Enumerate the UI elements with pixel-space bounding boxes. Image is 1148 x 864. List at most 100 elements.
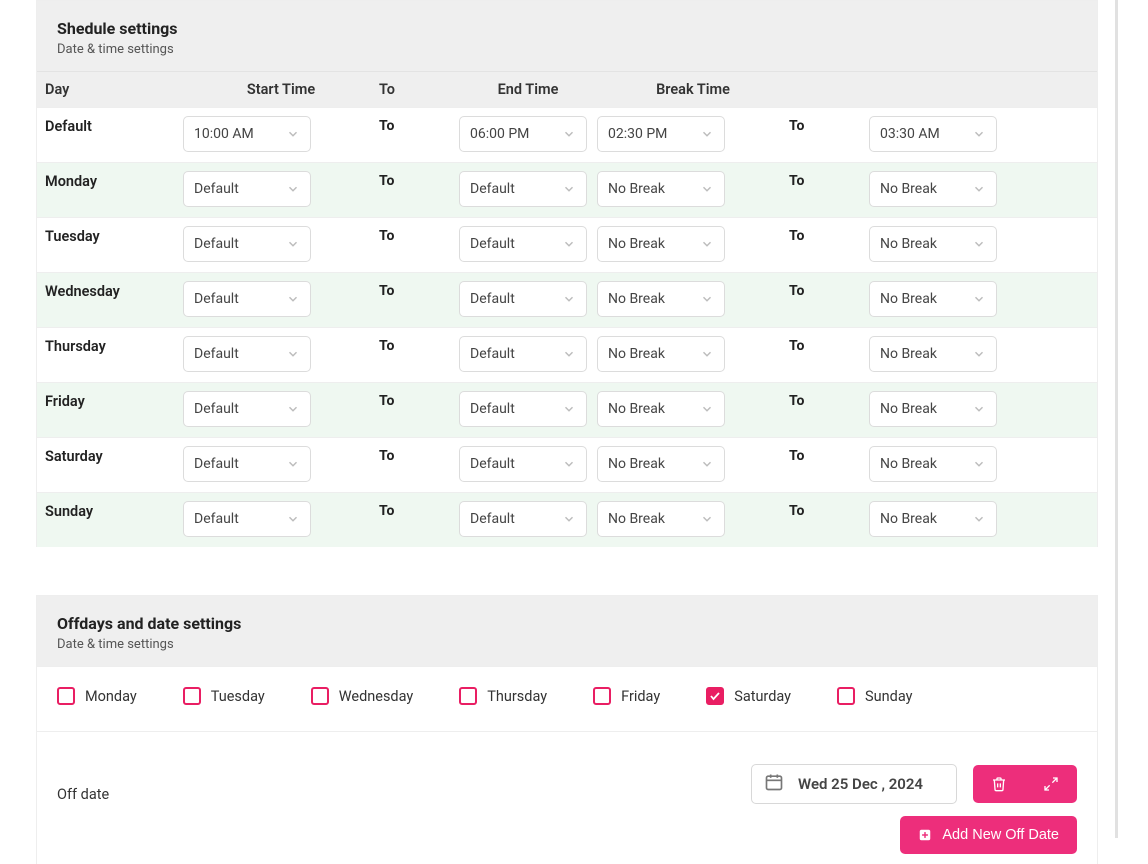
break-start-dropdown[interactable]: No Break bbox=[597, 226, 725, 262]
break-end-dropdown[interactable]: No Break bbox=[869, 501, 997, 537]
break-start-dropdown[interactable]: No Break bbox=[597, 446, 725, 482]
checkbox-box bbox=[706, 687, 724, 705]
break-start-value: 02:30 PM bbox=[608, 126, 667, 142]
chevron-down-icon bbox=[700, 457, 714, 471]
schedule-row: Default10:00 AMTo06:00 PM02:30 PMTo03:30… bbox=[37, 107, 1097, 162]
offdate-date-input[interactable]: Wed 25 Dec , 2024 bbox=[751, 764, 957, 804]
start-time-dropdown[interactable]: 10:00 AM bbox=[183, 116, 311, 152]
break-start-value: No Break bbox=[608, 511, 665, 527]
to-label: To bbox=[379, 391, 459, 409]
offdays-checkbox-row: Monday Tuesday Wednesday Thursday Friday Satu… bbox=[37, 666, 1097, 731]
schedule-day-label: Sunday bbox=[45, 501, 183, 520]
break-end-value: No Break bbox=[880, 401, 937, 417]
chevron-down-icon bbox=[286, 457, 300, 471]
plus-icon bbox=[918, 828, 932, 842]
break-start-dropdown[interactable]: No Break bbox=[597, 281, 725, 317]
end-time-dropdown[interactable]: Default bbox=[459, 171, 587, 207]
to-label: To bbox=[379, 171, 459, 189]
schedule-row: WednesdayDefaultToDefaultNo BreakToNo Br… bbox=[37, 272, 1097, 327]
offday-checkbox-tuesday[interactable]: Tuesday bbox=[183, 687, 265, 705]
offday-checkbox-thursday[interactable]: Thursday bbox=[459, 687, 547, 705]
chevron-down-icon bbox=[562, 182, 576, 196]
checkbox-box bbox=[57, 687, 75, 705]
end-time-dropdown[interactable]: Default bbox=[459, 446, 587, 482]
start-time-dropdown[interactable]: Default bbox=[183, 336, 311, 372]
offday-checkbox-saturday[interactable]: Saturday bbox=[706, 687, 791, 705]
end-time-value: Default bbox=[470, 456, 515, 472]
break-start-dropdown[interactable]: No Break bbox=[597, 171, 725, 207]
schedule-row: MondayDefaultToDefaultNo BreakToNo Break bbox=[37, 162, 1097, 217]
break-end-dropdown[interactable]: No Break bbox=[869, 171, 997, 207]
offday-checkbox-monday[interactable]: Monday bbox=[57, 687, 137, 705]
to-label: To bbox=[789, 226, 869, 244]
chevron-down-icon bbox=[700, 237, 714, 251]
break-end-dropdown[interactable]: 03:30 AM bbox=[869, 116, 997, 152]
break-end-dropdown[interactable]: No Break bbox=[869, 336, 997, 372]
break-start-dropdown[interactable]: No Break bbox=[597, 391, 725, 427]
to-label: To bbox=[789, 171, 869, 189]
start-time-dropdown[interactable]: Default bbox=[183, 501, 311, 537]
break-start-value: No Break bbox=[608, 346, 665, 362]
start-time-dropdown[interactable]: Default bbox=[183, 171, 311, 207]
schedule-day-label: Thursday bbox=[45, 336, 183, 355]
to-label: To bbox=[379, 116, 459, 134]
end-time-dropdown[interactable]: Default bbox=[459, 501, 587, 537]
break-end-dropdown[interactable]: No Break bbox=[869, 391, 997, 427]
start-time-dropdown[interactable]: Default bbox=[183, 446, 311, 482]
end-time-dropdown[interactable]: Default bbox=[459, 226, 587, 262]
calendar-icon bbox=[764, 772, 784, 796]
chevron-down-icon bbox=[700, 182, 714, 196]
end-time-dropdown[interactable]: 06:00 PM bbox=[459, 116, 587, 152]
end-time-dropdown[interactable]: Default bbox=[459, 336, 587, 372]
start-time-value: Default bbox=[194, 346, 239, 362]
offday-checkbox-sunday[interactable]: Sunday bbox=[837, 687, 912, 705]
schedule-row: ThursdayDefaultToDefaultNo BreakToNo Bre… bbox=[37, 327, 1097, 382]
offday-label: Friday bbox=[621, 688, 660, 705]
break-start-dropdown[interactable]: No Break bbox=[597, 501, 725, 537]
break-end-dropdown[interactable]: No Break bbox=[869, 446, 997, 482]
schedule-panel-header: Shedule settings Date & time settings bbox=[37, 1, 1097, 71]
start-time-dropdown[interactable]: Default bbox=[183, 281, 311, 317]
end-time-dropdown[interactable]: Default bbox=[459, 391, 587, 427]
schedule-day-label: Friday bbox=[45, 391, 183, 410]
start-time-value: Default bbox=[194, 291, 239, 307]
chevron-down-icon bbox=[972, 127, 986, 141]
expand-icon bbox=[1043, 776, 1059, 792]
col-header-day: Day bbox=[43, 81, 183, 98]
chevron-down-icon bbox=[286, 402, 300, 416]
offday-label: Sunday bbox=[865, 688, 912, 705]
start-time-value: Default bbox=[194, 236, 239, 252]
offday-label: Tuesday bbox=[211, 688, 265, 705]
chevron-down-icon bbox=[700, 127, 714, 141]
offday-checkbox-friday[interactable]: Friday bbox=[593, 687, 660, 705]
schedule-day-label: Monday bbox=[45, 171, 183, 190]
break-start-dropdown[interactable]: No Break bbox=[597, 336, 725, 372]
add-offdate-button[interactable]: Add New Off Date bbox=[900, 816, 1077, 854]
schedule-panel-title: Shedule settings bbox=[57, 19, 1077, 38]
schedule-table: Day Start Time To End Time Break Time De… bbox=[37, 71, 1097, 547]
end-time-value: Default bbox=[470, 236, 515, 252]
checkbox-box bbox=[311, 687, 329, 705]
chevron-down-icon bbox=[286, 237, 300, 251]
start-time-dropdown[interactable]: Default bbox=[183, 226, 311, 262]
start-time-value: Default bbox=[194, 401, 239, 417]
end-time-value: Default bbox=[470, 291, 515, 307]
end-time-dropdown[interactable]: Default bbox=[459, 281, 587, 317]
break-start-dropdown[interactable]: 02:30 PM bbox=[597, 116, 725, 152]
schedule-day-label: Wednesday bbox=[45, 281, 183, 300]
trash-icon bbox=[991, 776, 1007, 792]
to-label: To bbox=[789, 391, 869, 409]
start-time-value: Default bbox=[194, 181, 239, 197]
chevron-down-icon bbox=[700, 512, 714, 526]
delete-offdate-button[interactable] bbox=[973, 765, 1025, 803]
to-label: To bbox=[789, 281, 869, 299]
schedule-day-label: Saturday bbox=[45, 446, 183, 465]
offday-checkbox-wednesday[interactable]: Wednesday bbox=[311, 687, 414, 705]
start-time-dropdown[interactable]: Default bbox=[183, 391, 311, 427]
break-end-dropdown[interactable]: No Break bbox=[869, 226, 997, 262]
chevron-down-icon bbox=[972, 402, 986, 416]
chevron-down-icon bbox=[972, 512, 986, 526]
expand-offdate-button[interactable] bbox=[1025, 765, 1077, 803]
break-end-dropdown[interactable]: No Break bbox=[869, 281, 997, 317]
check-icon bbox=[709, 690, 721, 702]
